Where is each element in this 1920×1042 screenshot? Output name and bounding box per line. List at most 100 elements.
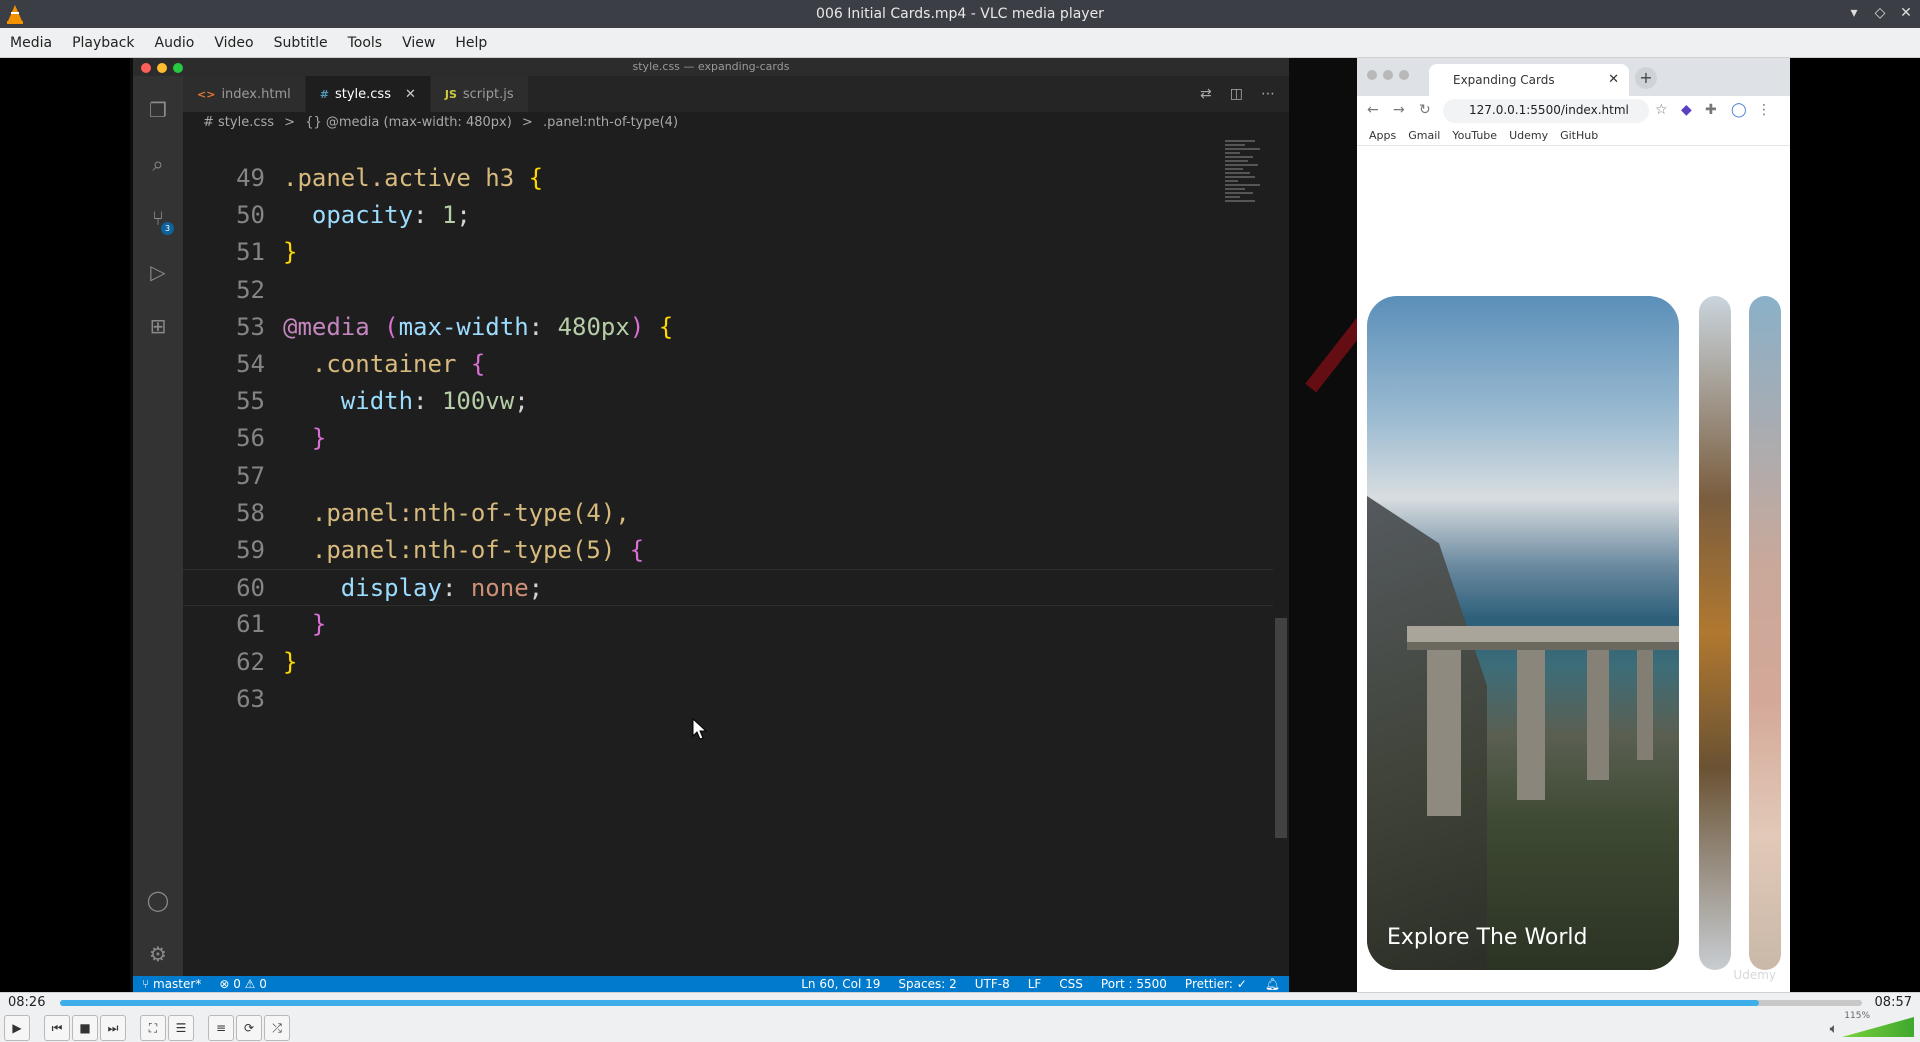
js-file-icon: JS <box>444 87 457 101</box>
menu-help[interactable]: Help <box>445 35 497 51</box>
recorded-desktop: style.css — expanding-cards ❐ ⌕ ⑂ 3 ▷ ⊞ … <box>130 58 1790 992</box>
code-line: 63 <box>183 681 1273 718</box>
menubar: Media Playback Audio Video Subtitle Tool… <box>0 28 1920 58</box>
line-number: 62 <box>236 647 265 676</box>
minimap <box>1225 138 1275 248</box>
code-text: .panel.active h3 { <box>283 164 544 192</box>
live-server-port: Port : 5500 <box>1100 977 1167 991</box>
mouse-cursor-icon <box>692 718 708 740</box>
volume-percent: 115% <box>1844 1011 1870 1021</box>
account-icon: ◯ <box>146 888 170 912</box>
fullscreen-button[interactable]: ⛶ <box>140 1015 166 1041</box>
line-number: 58 <box>236 498 265 527</box>
explorer-icon: ❐ <box>149 98 167 122</box>
code-text: .panel:nth-of-type(5) { <box>283 536 645 564</box>
seek-progress <box>60 1000 1760 1006</box>
code-line: 58 .panel:nth-of-type(4), <box>183 495 1273 532</box>
menu-media[interactable]: Media <box>0 35 62 51</box>
next-button[interactable]: ⏭ <box>100 1015 126 1041</box>
seek-slider[interactable] <box>60 1000 1862 1006</box>
tab-label: index.html <box>221 86 291 102</box>
code-line: 51} <box>183 234 1273 271</box>
previous-button[interactable]: ⏮ <box>44 1015 70 1041</box>
scm-badge: 3 <box>161 222 174 235</box>
html-file-icon: <> <box>197 87 216 101</box>
bookmark-apps: Apps <box>1369 129 1397 142</box>
vscode-title: style.css — expanding-cards <box>133 58 1289 76</box>
menu-subtitle[interactable]: Subtitle <box>264 35 338 51</box>
line-number: 52 <box>236 275 265 304</box>
line-ending: LF <box>1027 977 1042 991</box>
code-text: } <box>283 610 327 639</box>
url-text: 127.0.0.1:5500/index.html <box>1469 103 1629 117</box>
prettier-status: Prettier: ✓ <box>1184 977 1247 991</box>
tab-style-css: # style.css ✕ <box>305 76 431 112</box>
extended-settings-button[interactable]: ☰ <box>168 1015 194 1041</box>
forward-icon: → <box>1393 102 1405 118</box>
playlist-button[interactable]: ≡ <box>208 1015 234 1041</box>
line-number: 56 <box>236 424 265 453</box>
file-encoding: UTF-8 <box>974 977 1010 991</box>
code-text: @media (max-width: 480px) { <box>283 312 674 341</box>
menu-tools[interactable]: Tools <box>338 35 393 51</box>
stop-button[interactable]: ■ <box>72 1015 98 1041</box>
line-number: 55 <box>236 387 265 416</box>
close-icon[interactable]: ✕ <box>1898 4 1914 22</box>
editor-tabs: <> index.html # style.css ✕ JS script.js <box>183 76 1289 112</box>
traffic-lights <box>141 63 183 73</box>
bell-icon: 🔔︎ <box>1264 977 1280 991</box>
code-text: } <box>283 424 327 453</box>
tab-index-html: <> index.html <box>183 76 306 112</box>
video-area[interactable]: style.css — expanding-cards ❐ ⌕ ⑂ 3 ▷ ⊞ … <box>0 58 1920 992</box>
close-tab-icon: ✕ <box>1608 72 1619 87</box>
bookmark-gmail: Gmail <box>1408 129 1441 142</box>
maximize-icon[interactable]: ◇ <box>1872 4 1888 22</box>
loop-button[interactable]: ⟳ <box>236 1015 262 1041</box>
shuffle-button[interactable]: ⤮ <box>264 1015 290 1041</box>
profile-icon: ◯ <box>1731 102 1747 118</box>
breadcrumb-media: {} @media (max-width: 480px) <box>305 115 512 130</box>
code-line: 61 } <box>183 606 1273 643</box>
tab-label: script.js <box>462 86 514 102</box>
code-line: 52 <box>183 272 1273 309</box>
line-number: 60 <box>236 574 265 603</box>
panel-heading: Explore The World <box>1387 925 1588 950</box>
bookmarks-bar: Apps Gmail YouTube Udemy GitHub <box>1357 126 1790 146</box>
tab-label: style.css <box>334 86 391 102</box>
volume-slider[interactable]: 115% 🔈︎ <box>1822 1011 1914 1039</box>
code-line: 60 display: none; <box>183 569 1273 607</box>
breadcrumb-separator: > <box>521 115 533 130</box>
open-changes-icon: ⇄ <box>1200 86 1212 102</box>
browser-tab: Expanding Cards ✕ <box>1429 64 1629 96</box>
split-editor-icon: ◫ <box>1229 86 1243 102</box>
line-number: 57 <box>236 461 265 490</box>
code-text: display: none; <box>283 574 544 603</box>
menu-view[interactable]: View <box>392 35 445 51</box>
menu-audio[interactable]: Audio <box>145 35 205 51</box>
line-number: 63 <box>236 684 265 713</box>
activity-bar: ❐ ⌕ ⑂ 3 ▷ ⊞ ◯ ⚙ <box>133 76 183 976</box>
minimize-icon[interactable]: ▾ <box>1846 4 1862 22</box>
search-icon: ⌕ <box>152 152 164 176</box>
menu-playback[interactable]: Playback <box>62 35 144 51</box>
indent-spaces: Spaces: 2 <box>898 977 957 991</box>
menu-video[interactable]: Video <box>204 35 263 51</box>
bridge-image <box>1407 626 1679 816</box>
line-number: 51 <box>236 238 265 267</box>
code-text: width: 100vw; <box>283 387 529 416</box>
line-number: 50 <box>236 201 265 230</box>
speaker-icon[interactable]: 🔈︎ <box>1830 1021 1838 1037</box>
udemy-watermark: Udemy <box>1733 968 1776 982</box>
code-line: 62} <box>183 644 1273 681</box>
play-button[interactable]: ▶ <box>4 1015 30 1041</box>
extension-icon: ◆ <box>1681 102 1692 118</box>
vlc-titlebar: 006 Initial Cards.mp4 - VLC media player… <box>0 0 1920 28</box>
code-text: .container { <box>283 350 486 378</box>
close-tab-icon: ✕ <box>404 86 416 102</box>
editor-scrollbar <box>1275 618 1287 838</box>
language-mode: CSS <box>1059 977 1083 991</box>
reload-icon: ↻ <box>1419 102 1431 118</box>
run-debug-icon: ▷ <box>150 260 166 284</box>
panel-active: Explore The World <box>1367 296 1679 970</box>
code-text: opacity: 1; <box>283 201 471 230</box>
